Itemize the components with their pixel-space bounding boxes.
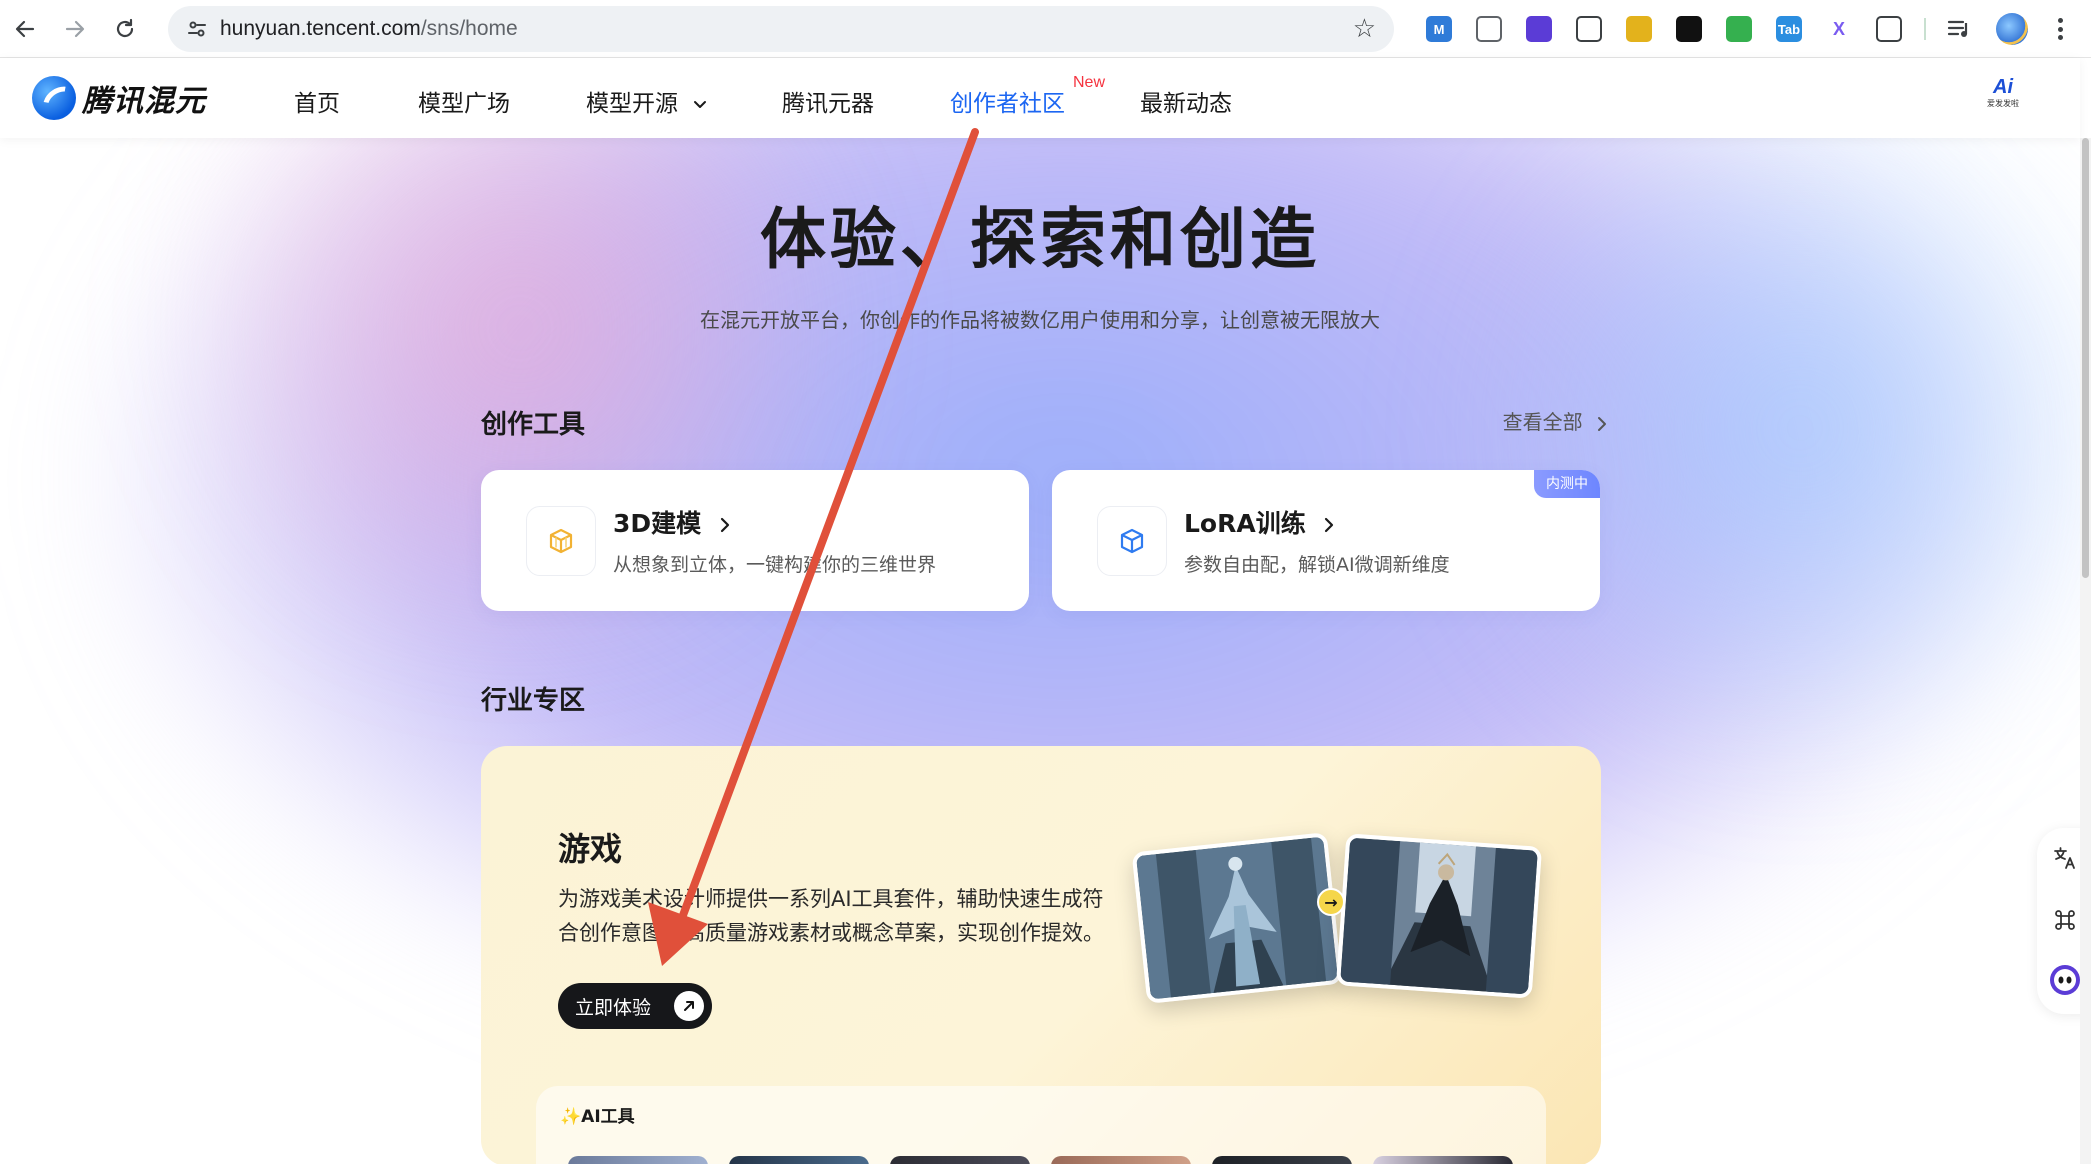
copy-extension-icon-glyph	[1476, 16, 1502, 42]
nav-yuanqi[interactable]: 腾讯元器	[782, 84, 874, 118]
tool-card-lora-training[interactable]: 内测中 LoRA训练 参数自由配，解锁AI微调新维度	[1052, 470, 1600, 611]
shield-extension-icon[interactable]	[1714, 9, 1764, 49]
hero-subtitle: 在混元开放平台，你创作的作品将被数亿用户使用和分享，让创意被无限放大	[700, 308, 1380, 332]
cube-wireframe-icon	[526, 506, 596, 576]
forward-icon[interactable]	[50, 0, 100, 58]
chevron-down-icon	[694, 100, 707, 108]
url-path: /sns/home	[420, 17, 518, 40]
bot-extension-icon[interactable]	[1514, 9, 1564, 49]
try-now-button[interactable]: 立即体验	[558, 983, 712, 1029]
ai-tool-thumbnail[interactable]	[1212, 1156, 1352, 1164]
site-header: 腾讯混元 首页 模型广场 模型开源 腾讯元器 创作者社区 New 最新动态 Ai…	[0, 58, 2080, 138]
profile-avatar[interactable]	[1996, 13, 2028, 45]
extensions-bar: M Tab X	[1414, 9, 1936, 49]
qr-extension-icon[interactable]	[1564, 9, 1614, 49]
m-extension-icon[interactable]: M	[1414, 9, 1464, 49]
nav-open-source-label: 模型开源	[586, 91, 678, 117]
tool-card-desc: 参数自由配，解锁AI微调新维度	[1184, 554, 1450, 576]
qr-extension-icon-glyph	[1576, 16, 1602, 42]
ai-tool-thumbnail[interactable]	[568, 1156, 708, 1164]
translate-icon[interactable]	[2047, 840, 2083, 876]
tool-card-desc: 从想象到立体，一键构建你的三维世界	[613, 554, 937, 576]
reading-list-icon[interactable]	[1946, 17, 1974, 41]
game-render-image	[1335, 833, 1543, 999]
game-card-desc: 为游戏美术设计师提供一系列AI工具套件，辅助快速生成符合创作意图的高质量游戏素材…	[558, 887, 1104, 945]
bookmark-star-icon[interactable]: ☆	[1353, 14, 1376, 44]
puzzle-extension-icon[interactable]	[1864, 9, 1914, 49]
arrow-up-right-icon	[674, 991, 704, 1021]
ai-tool-thumbnail[interactable]	[1373, 1156, 1513, 1164]
chevron-right-icon	[1325, 517, 1334, 533]
nav-creator-community[interactable]: 创作者社区 New	[950, 74, 1105, 118]
mask-extension-icon-glyph	[1676, 16, 1702, 42]
tool-card-title: 3D建模	[613, 504, 730, 540]
address-bar[interactable]: hunyuan.tencent.com/sns/home ☆	[168, 6, 1394, 52]
copy-extension-icon[interactable]	[1464, 9, 1514, 49]
game-card-title: 游戏	[558, 830, 623, 868]
reload-icon[interactable]	[100, 0, 150, 58]
cube-icon	[1097, 506, 1167, 576]
command-icon[interactable]	[2047, 902, 2083, 938]
chevron-right-icon	[1598, 416, 1606, 431]
new-badge: New	[1072, 74, 1105, 91]
ai-tool-thumbnail[interactable]	[729, 1156, 869, 1164]
tool-card-3d-modeling[interactable]: 3D建模 从想象到立体，一键构建你的三维世界	[481, 470, 1029, 611]
url-host: hunyuan.tencent.com	[220, 17, 421, 40]
ai-tools-label: ✨AI工具	[560, 1107, 635, 1127]
beta-badge: 内测中	[1534, 470, 1600, 498]
ai-tools-panel: ✨AI工具	[536, 1086, 1546, 1164]
tool-card-title-label: 3D建模	[613, 509, 702, 538]
x-extension-icon[interactable]: X	[1814, 9, 1864, 49]
tab-extension-icon[interactable]: Tab	[1764, 9, 1814, 49]
view-all-link[interactable]: 查看全部	[1503, 406, 1607, 435]
tools-section-title: 创作工具	[481, 410, 586, 440]
user-logo-subtext: 爱发发啦	[1987, 99, 2019, 108]
url-text: hunyuan.tencent.com/sns/home	[220, 17, 518, 41]
tool-card-title-label: LoRA训练	[1184, 509, 1306, 538]
site-settings-icon[interactable]	[174, 18, 220, 40]
nav-creator-community-label: 创作者社区	[950, 91, 1065, 117]
pony-extension-icon[interactable]	[1614, 9, 1664, 49]
ai-tool-thumbnail[interactable]	[1051, 1156, 1191, 1164]
bot-extension-icon-glyph	[1526, 16, 1552, 42]
hunyuan-logo-icon	[32, 76, 76, 120]
x-extension-icon-glyph: X	[1832, 18, 1845, 39]
assistant-bot-icon[interactable]	[2047, 962, 2083, 998]
nav-home[interactable]: 首页	[294, 84, 340, 118]
page-scrollbar[interactable]	[2080, 138, 2091, 1164]
mask-extension-icon[interactable]	[1664, 9, 1714, 49]
brand-name: 腾讯混元	[82, 84, 206, 119]
toolbar-separator	[1924, 18, 1926, 40]
scrollbar-thumb[interactable]	[2082, 138, 2089, 578]
puzzle-extension-icon-glyph	[1876, 16, 1902, 42]
try-now-label: 立即体验	[575, 996, 652, 1019]
ai-tool-thumbnail[interactable]	[890, 1156, 1030, 1164]
user-logo[interactable]: Ai 爱发发啦	[1986, 76, 2020, 116]
chevron-right-icon	[720, 517, 729, 533]
nav-model-plaza[interactable]: 模型广场	[418, 84, 510, 118]
browser-toolbar: hunyuan.tencent.com/sns/home ☆ M Tab X	[0, 0, 2091, 58]
shield-extension-icon-glyph	[1726, 16, 1752, 42]
arrow-right-icon: →	[1317, 888, 1345, 916]
industry-section-title: 行业专区	[481, 686, 586, 716]
user-logo-text: Ai	[1993, 76, 2013, 98]
brand-logo[interactable]: 腾讯混元	[32, 76, 206, 120]
browser-menu-icon[interactable]	[2050, 14, 2070, 44]
nav-latest-news[interactable]: 最新动态	[1140, 84, 1232, 118]
m-extension-icon-glyph: M	[1426, 16, 1452, 42]
game-industry-card: 游戏 为游戏美术设计师提供一系列AI工具套件，辅助快速生成符合创作意图的高质量游…	[481, 746, 1601, 1164]
view-all-label: 查看全部	[1502, 410, 1583, 434]
pony-extension-icon-glyph	[1626, 16, 1652, 42]
tab-extension-icon-glyph: Tab	[1776, 16, 1802, 42]
game-sketch-image	[1131, 832, 1343, 1004]
hero-title: 体验、探索和创造	[760, 201, 1320, 278]
tool-card-title: LoRA训练	[1184, 504, 1334, 540]
back-icon[interactable]	[0, 0, 50, 58]
nav-open-source[interactable]: 模型开源	[586, 84, 707, 118]
